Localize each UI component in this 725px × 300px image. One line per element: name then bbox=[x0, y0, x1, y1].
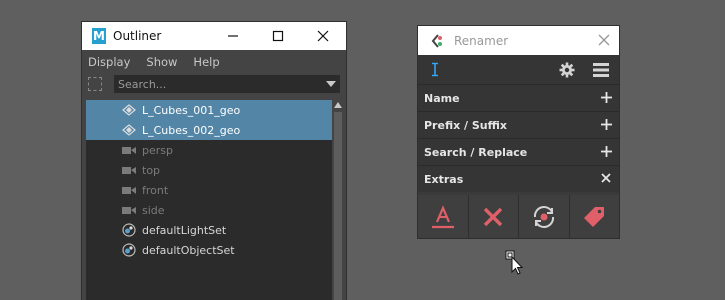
refresh-button[interactable] bbox=[519, 195, 570, 238]
menu-show[interactable]: Show bbox=[146, 55, 177, 69]
outliner-title: Outliner bbox=[113, 29, 162, 43]
menu-display[interactable]: Display bbox=[88, 55, 130, 69]
collapse-x-icon[interactable] bbox=[599, 171, 613, 185]
camera-icon bbox=[122, 203, 136, 217]
close-icon bbox=[317, 30, 329, 42]
list-item[interactable]: persp bbox=[86, 140, 332, 160]
renamer-title: Renamer bbox=[454, 33, 509, 48]
list-item[interactable]: front bbox=[86, 180, 332, 200]
outliner-search-row: Search... bbox=[82, 74, 346, 94]
maximize-icon bbox=[272, 30, 284, 42]
section-search-replace[interactable]: Search / Replace bbox=[418, 138, 619, 165]
list-item-label: L_Cubes_001_geo bbox=[142, 103, 241, 117]
maximize-button[interactable] bbox=[269, 27, 287, 45]
list-item-label: defaultObjectSet bbox=[142, 243, 235, 257]
transform-geo-icon bbox=[122, 103, 136, 117]
close-button[interactable] bbox=[314, 27, 332, 45]
search-dropdown-icon[interactable] bbox=[326, 81, 336, 87]
section-name[interactable]: Name bbox=[418, 84, 619, 111]
close-icon[interactable] bbox=[597, 33, 611, 47]
outliner-menubar: Display Show Help bbox=[82, 50, 346, 74]
list-item[interactable]: L_Cubes_002_geo bbox=[86, 120, 332, 140]
camera-icon bbox=[122, 183, 136, 197]
list-item[interactable]: side bbox=[86, 200, 332, 220]
list-item-label: front bbox=[142, 183, 169, 197]
outliner-window: M Outliner Display Show Help Search... L… bbox=[82, 22, 346, 300]
delete-x-icon bbox=[484, 207, 503, 226]
refresh-gear-icon bbox=[533, 205, 554, 228]
gear-icon[interactable] bbox=[559, 62, 575, 78]
list-item-label: persp bbox=[142, 143, 173, 157]
set-icon bbox=[122, 243, 136, 257]
text-underline-icon bbox=[431, 204, 454, 228]
set-icon bbox=[122, 223, 136, 237]
list-item-label: L_Cubes_002_geo bbox=[142, 123, 241, 137]
camera-icon bbox=[122, 143, 136, 157]
minimize-button[interactable] bbox=[224, 27, 242, 45]
tag-button[interactable] bbox=[569, 195, 619, 238]
minimize-icon bbox=[228, 35, 238, 37]
search-input[interactable]: Search... bbox=[114, 75, 340, 93]
list-item[interactable]: defaultObjectSet bbox=[86, 240, 332, 260]
section-label: Search / Replace bbox=[424, 145, 528, 159]
section-label: Name bbox=[424, 91, 460, 105]
list-item-label: top bbox=[142, 163, 161, 177]
menu-help[interactable]: Help bbox=[193, 55, 219, 69]
section-label: Prefix / Suffix bbox=[424, 118, 507, 132]
search-placeholder: Search... bbox=[118, 77, 167, 91]
text-cursor-icon[interactable] bbox=[430, 62, 440, 77]
tag-icon bbox=[584, 206, 605, 227]
delete-button[interactable] bbox=[468, 195, 519, 238]
renamer-logo-icon bbox=[431, 33, 442, 48]
outliner-list: L_Cubes_001_geo L_Cubes_002_geo persp to… bbox=[86, 100, 332, 300]
section-extras[interactable]: Extras bbox=[418, 165, 619, 192]
list-item[interactable]: L_Cubes_001_geo bbox=[86, 100, 332, 120]
list-item-label: defaultLightSet bbox=[142, 223, 227, 237]
transform-geo-icon bbox=[122, 123, 136, 137]
section-prefix-suffix[interactable]: Prefix / Suffix bbox=[418, 111, 619, 138]
menu-icon[interactable] bbox=[593, 63, 609, 77]
text-format-button[interactable] bbox=[418, 195, 469, 238]
expand-plus-icon[interactable] bbox=[599, 144, 613, 158]
expand-plus-icon[interactable] bbox=[599, 90, 613, 104]
renamer-window: Renamer Name Prefix / Suffix Search / Re… bbox=[418, 26, 619, 238]
list-item-label: side bbox=[142, 203, 165, 217]
renamer-toolbar bbox=[418, 55, 619, 84]
scroll-thumb[interactable] bbox=[334, 112, 342, 300]
list-item[interactable]: top bbox=[86, 160, 332, 180]
maya-logo-icon: M bbox=[92, 28, 106, 44]
outliner-titlebar[interactable]: M Outliner bbox=[82, 22, 346, 50]
renamer-titlebar[interactable]: Renamer bbox=[418, 26, 619, 55]
scroll-up-icon[interactable] bbox=[334, 102, 342, 108]
outliner-scrollbar[interactable] bbox=[332, 100, 344, 300]
select-mode-icon[interactable] bbox=[88, 77, 102, 91]
mouse-cursor-icon bbox=[505, 250, 524, 275]
list-item[interactable]: defaultLightSet bbox=[86, 220, 332, 240]
section-label: Extras bbox=[424, 172, 464, 186]
expand-plus-icon[interactable] bbox=[599, 117, 613, 131]
camera-icon bbox=[122, 163, 136, 177]
extras-toolbar bbox=[418, 195, 619, 238]
